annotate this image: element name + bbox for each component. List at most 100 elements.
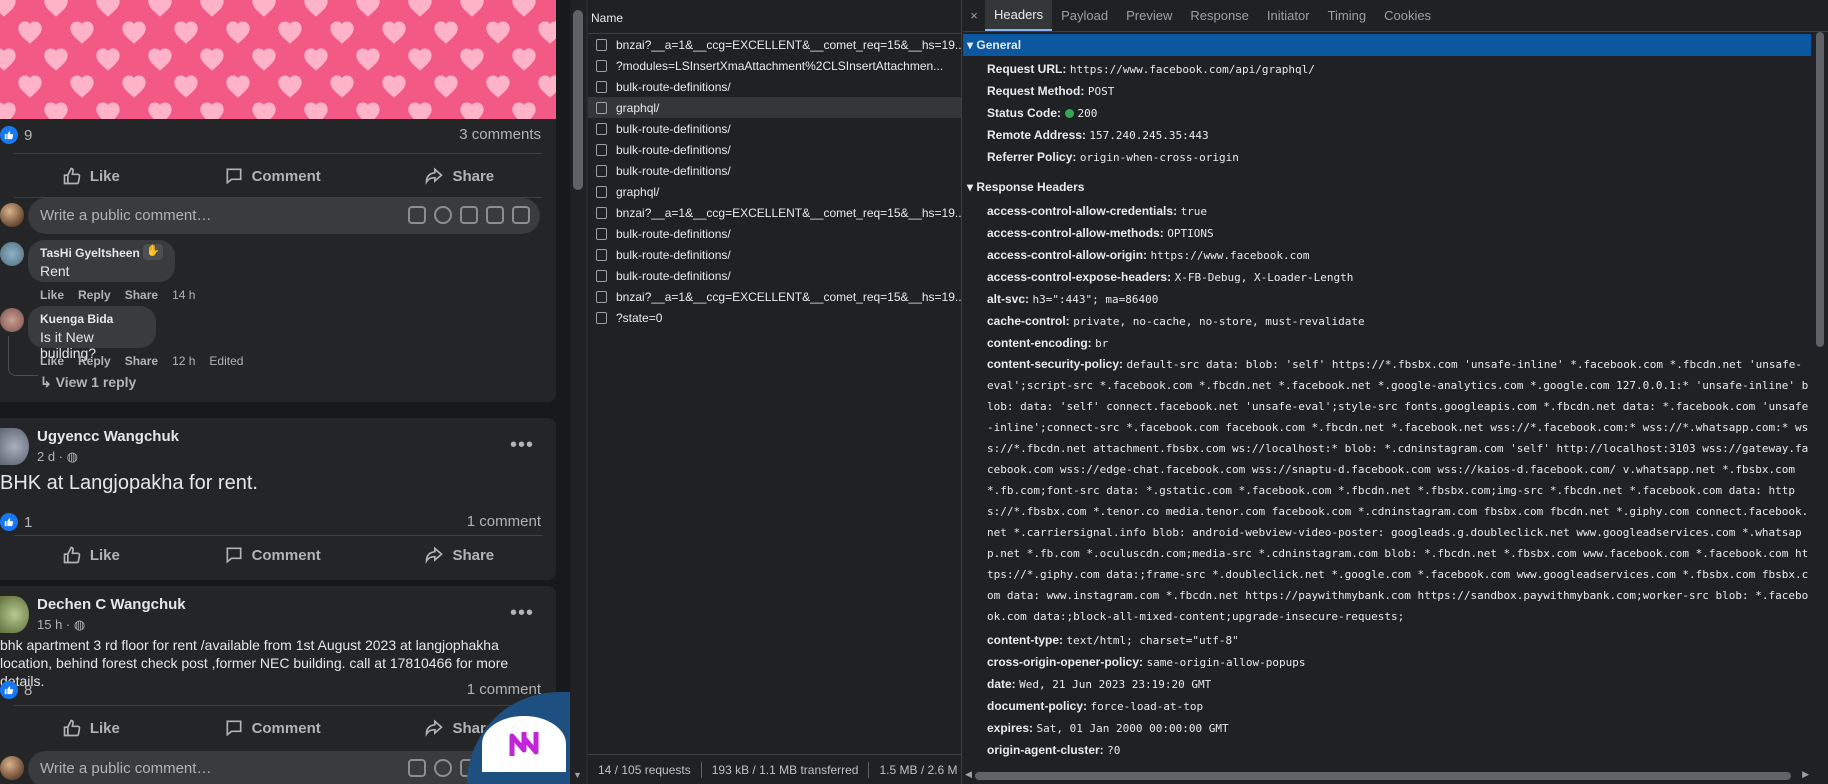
request-row[interactable]: bulk-route-definitions/ <box>588 76 961 97</box>
post-timestamp[interactable]: 2 d · ◍ <box>37 449 78 465</box>
tab-payload[interactable]: Payload <box>1052 0 1117 31</box>
header-value[interactable]: https://www.facebook.com/api/graphql/ <box>1070 63 1315 76</box>
header-value[interactable]: Sat, 01 Jan 2000 00:00:00 GMT <box>1037 722 1229 735</box>
more-options-icon[interactable]: ••• <box>510 602 534 625</box>
row-checkbox[interactable] <box>596 59 607 72</box>
comment-time[interactable]: 12 h <box>172 354 195 368</box>
avatar-sticker-icon[interactable] <box>408 206 426 224</box>
page-scrollbar[interactable]: ▼ <box>570 0 586 784</box>
avatar[interactable] <box>0 203 24 227</box>
avatar[interactable] <box>0 756 24 780</box>
response-headers-section-header[interactable]: ▾ Response Headers <box>963 176 1811 198</box>
commenter-name[interactable]: Kuenga Bida <box>40 312 144 326</box>
header-value[interactable]: https://www.facebook.com <box>1151 249 1310 262</box>
like-button[interactable]: Like <box>32 158 150 194</box>
row-checkbox[interactable] <box>596 80 607 93</box>
request-row[interactable]: bulk-route-definitions/ <box>588 265 961 286</box>
commenter-avatar[interactable] <box>0 242 24 266</box>
tab-timing[interactable]: Timing <box>1319 0 1376 31</box>
emoji-icon[interactable] <box>434 206 452 224</box>
header-value[interactable]: 157.240.245.35:443 <box>1089 129 1208 142</box>
header-value[interactable]: private, no-cache, no-store, must-revali… <box>1073 315 1364 328</box>
request-row[interactable]: graphql/ <box>588 97 961 118</box>
comment-input[interactable]: Write a public comment… <box>28 751 540 784</box>
row-checkbox[interactable] <box>596 185 607 198</box>
scroll-right-arrow-icon[interactable]: ▶ <box>1802 770 1809 780</box>
header-value[interactable]: Wed, 21 Jun 2023 23:19:20 GMT <box>1019 678 1211 691</box>
comment-count[interactable]: 1 comment <box>467 513 541 530</box>
author-name[interactable]: Dechen C Wangchuk <box>37 596 186 613</box>
header-value[interactable]: POST <box>1088 85 1115 98</box>
header-value[interactable]: ?0 <box>1107 744 1120 757</box>
tab-headers[interactable]: Headers <box>985 0 1053 31</box>
emoji-icon[interactable] <box>434 759 452 777</box>
avatar-sticker-icon[interactable] <box>408 759 426 777</box>
request-row[interactable]: bnzai?__a=1&__ccg=EXCELLENT&__comet_req=… <box>588 34 961 55</box>
request-row[interactable]: bulk-route-definitions/ <box>588 118 961 139</box>
comment-reply-link[interactable]: Reply <box>78 354 111 368</box>
row-checkbox[interactable] <box>596 311 607 324</box>
row-checkbox[interactable] <box>596 248 607 261</box>
view-replies-link[interactable]: ↳ View 1 reply <box>40 374 136 391</box>
general-section-header[interactable]: ▾ General <box>963 34 1811 56</box>
comment-button[interactable]: Comment <box>194 158 351 194</box>
comment-reply-link[interactable]: Reply <box>78 288 111 302</box>
close-icon[interactable]: × <box>963 0 985 31</box>
comment-input[interactable]: Write a public comment… <box>28 198 540 234</box>
header-value[interactable]: same-origin-allow-popups <box>1147 656 1306 669</box>
horizontal-scrollbar[interactable]: ◀ ▶ <box>963 768 1811 784</box>
sticker-icon[interactable] <box>512 206 530 224</box>
header-value[interactable]: true <box>1181 205 1208 218</box>
request-row[interactable]: bulk-route-definitions/ <box>588 244 961 265</box>
header-value[interactable]: X-FB-Debug, X-Loader-Length <box>1175 271 1354 284</box>
post-timestamp[interactable]: 15 h · ◍ <box>37 617 85 633</box>
comment-time[interactable]: 14 h <box>172 288 195 302</box>
scroll-left-arrow-icon[interactable]: ◀ <box>965 770 972 780</box>
header-value[interactable]: default-src data: blob: 'self' https://*… <box>987 358 1809 627</box>
request-row[interactable]: bnzai?__a=1&__ccg=EXCELLENT&__comet_req=… <box>588 286 961 307</box>
reaction-summary[interactable]: 8 <box>0 681 32 699</box>
tab-response[interactable]: Response <box>1181 0 1258 31</box>
row-checkbox[interactable] <box>596 143 607 156</box>
row-checkbox[interactable] <box>596 290 607 303</box>
floating-app-icon[interactable] <box>482 716 566 772</box>
row-checkbox[interactable] <box>596 164 607 177</box>
header-value[interactable]: 200 <box>1078 107 1098 120</box>
comment-count[interactable]: 3 comments <box>459 126 541 143</box>
request-row[interactable]: bnzai?__a=1&__ccg=EXCELLENT&__comet_req=… <box>588 202 961 223</box>
like-button[interactable]: Like <box>32 710 150 746</box>
share-button[interactable]: Share <box>394 158 524 194</box>
name-column-header[interactable]: Name <box>588 0 961 34</box>
header-value[interactable]: br <box>1095 337 1108 350</box>
commenter-avatar[interactable] <box>0 308 24 332</box>
reaction-summary[interactable]: 9 <box>0 126 32 144</box>
author-name[interactable]: Ugyencc Wangchuk <box>37 428 179 445</box>
request-row[interactable]: bulk-route-definitions/ <box>588 139 961 160</box>
camera-icon[interactable] <box>460 206 478 224</box>
author-avatar[interactable] <box>0 428 29 465</box>
request-row[interactable]: ?modules=LSInsertXmaAttachment%2CLSInser… <box>588 55 961 76</box>
row-checkbox[interactable] <box>596 269 607 282</box>
request-row[interactable]: ?state=0 <box>588 307 961 328</box>
scrollbar-thumb[interactable] <box>975 772 1791 780</box>
share-button[interactable]: Share <box>394 537 524 573</box>
tab-cookies[interactable]: Cookies <box>1375 0 1440 31</box>
row-checkbox[interactable] <box>596 38 607 51</box>
more-options-icon[interactable]: ••• <box>510 434 534 457</box>
comment-share-link[interactable]: Share <box>125 288 158 302</box>
tab-preview[interactable]: Preview <box>1117 0 1181 31</box>
header-value[interactable]: force-load-at-top <box>1091 700 1204 713</box>
header-value[interactable]: text/html; charset="utf-8" <box>1067 634 1239 647</box>
scrollbar-thumb[interactable] <box>1816 32 1824 347</box>
row-checkbox[interactable] <box>596 122 607 135</box>
post-image-hearts[interactable] <box>0 0 556 119</box>
request-row[interactable]: bulk-route-definitions/ <box>588 160 961 181</box>
comment-like-link[interactable]: Like <box>40 354 64 368</box>
comment-like-link[interactable]: Like <box>40 288 64 302</box>
request-row[interactable]: bulk-route-definitions/ <box>588 223 961 244</box>
clap-reaction-icon[interactable]: ✋ <box>143 244 163 260</box>
header-value[interactable]: OPTIONS <box>1167 227 1213 240</box>
header-value[interactable]: origin-when-cross-origin <box>1080 151 1239 164</box>
author-avatar[interactable] <box>0 596 29 633</box>
reaction-summary[interactable]: 1 <box>0 513 32 531</box>
